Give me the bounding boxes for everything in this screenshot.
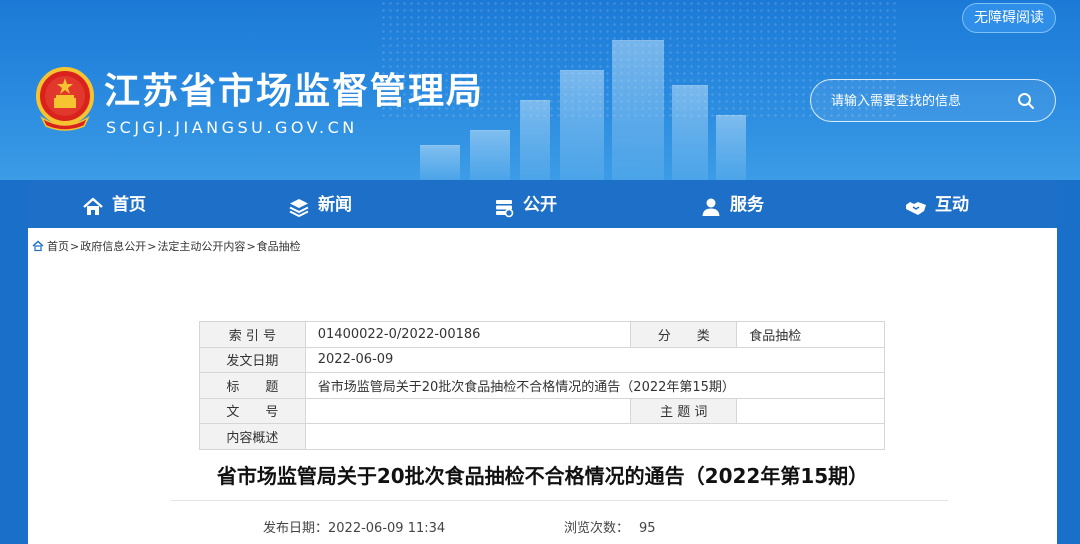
category-label: 分 类 bbox=[630, 321, 738, 348]
building-decoration bbox=[520, 100, 550, 180]
building-decoration bbox=[560, 70, 604, 180]
table-row: 发文日期 2022-06-09 bbox=[199, 346, 886, 373]
docno-label: 文 号 bbox=[199, 397, 306, 424]
topic-label: 主 题 词 bbox=[630, 397, 738, 424]
nav-label: 新闻 bbox=[318, 194, 352, 215]
breadcrumb-home-link[interactable]: 首页 bbox=[47, 238, 69, 254]
nav-item-interact[interactable]: 互动 bbox=[905, 180, 969, 228]
views-count: 95 bbox=[639, 521, 656, 536]
index-label: 索 引 号 bbox=[199, 321, 306, 348]
building-decoration bbox=[420, 145, 460, 180]
nav-item-home[interactable]: 首页 bbox=[82, 180, 146, 228]
breadcrumb-separator: > bbox=[147, 239, 157, 253]
publish-label: 发布日期： bbox=[263, 521, 329, 536]
publish-time: 2022-06-09 11:34 bbox=[328, 521, 446, 536]
building-decoration bbox=[672, 85, 708, 180]
search-icon[interactable] bbox=[1017, 92, 1035, 110]
document-meta-table: 索 引 号 01400022-0/2022-00186 分 类 食品抽检 发文日… bbox=[199, 321, 886, 450]
nav-label: 服务 bbox=[730, 194, 764, 215]
summary-value bbox=[304, 423, 886, 450]
breadcrumb-gov-info-link[interactable]: 政府信息公开 bbox=[80, 238, 146, 254]
breadcrumb-separator: > bbox=[246, 239, 256, 253]
home-icon bbox=[83, 197, 103, 215]
docno-value bbox=[304, 397, 632, 424]
document-stack-icon bbox=[496, 200, 514, 218]
breadcrumb-statutory-link[interactable]: 法定主动公开内容 bbox=[157, 238, 245, 254]
title-divider bbox=[171, 500, 948, 501]
handshake-icon bbox=[906, 202, 926, 215]
breadcrumb: 首页 > 政府信息公开 > 法定主动公开内容 > 食品抽检 bbox=[32, 238, 301, 254]
breadcrumb-food-sampling-link[interactable]: 食品抽检 bbox=[257, 238, 301, 254]
view-count: 浏览次数： 95 bbox=[564, 517, 656, 536]
search-input[interactable] bbox=[831, 90, 1011, 112]
building-decoration bbox=[716, 115, 746, 180]
index-value: 01400022-0/2022-00186 bbox=[304, 321, 632, 348]
layers-icon bbox=[289, 199, 309, 218]
nav-label: 互动 bbox=[935, 194, 969, 215]
table-row: 文 号 主 题 词 bbox=[199, 397, 885, 424]
views-label: 浏览次数： bbox=[564, 521, 630, 536]
header-banner: 无障碍阅读 江苏省市场监督管理局 SCJGJ.JIANGSU.GOV.CN bbox=[0, 0, 1080, 180]
title-label: 标 题 bbox=[199, 372, 306, 399]
table-row: 内容概述 bbox=[199, 423, 886, 450]
nav-item-open[interactable]: 公开 bbox=[493, 180, 557, 228]
date-value: 2022-06-09 bbox=[304, 346, 886, 373]
breadcrumb-separator: > bbox=[70, 239, 80, 253]
accessibility-reading-button[interactable]: 无障碍阅读 bbox=[962, 3, 1056, 33]
nav-item-news[interactable]: 新闻 bbox=[288, 180, 352, 228]
table-row: 索 引 号 01400022-0/2022-00186 分 类 食品抽检 bbox=[199, 321, 885, 348]
date-label: 发文日期 bbox=[199, 346, 306, 373]
building-decoration bbox=[612, 40, 664, 180]
table-row: 标 题 省市场监管局关于20批次食品抽检不合格情况的通告（2022年第15期） bbox=[199, 372, 886, 399]
summary-label: 内容概述 bbox=[199, 423, 306, 450]
nav-label: 公开 bbox=[523, 194, 557, 215]
home-icon bbox=[32, 240, 44, 252]
topic-value bbox=[736, 397, 885, 424]
article-title: 省市场监管局关于20批次食品抽检不合格情况的通告（2022年第15期） bbox=[216, 464, 869, 488]
site-title: 江苏省市场监督管理局 bbox=[104, 71, 485, 112]
title-value: 省市场监管局关于20批次食品抽检不合格情况的通告（2022年第15期） bbox=[304, 372, 886, 399]
publish-date: 发布日期：2022-06-09 11:34 bbox=[263, 517, 445, 536]
category-value: 食品抽检 bbox=[736, 321, 885, 348]
site-domain: SCJGJ.JIANGSU.GOV.CN bbox=[106, 118, 358, 137]
national-emblem-icon bbox=[36, 67, 94, 131]
user-icon bbox=[702, 198, 720, 216]
nav-label: 首页 bbox=[112, 194, 146, 215]
building-decoration bbox=[470, 130, 510, 180]
main-nav: 首页 新闻 公开 服务 互动 bbox=[28, 180, 1057, 228]
nav-item-service[interactable]: 服务 bbox=[700, 180, 764, 228]
search-box bbox=[810, 79, 1056, 122]
content-panel: 首页 > 政府信息公开 > 法定主动公开内容 > 食品抽检 索 引 号 0140… bbox=[28, 228, 1057, 544]
